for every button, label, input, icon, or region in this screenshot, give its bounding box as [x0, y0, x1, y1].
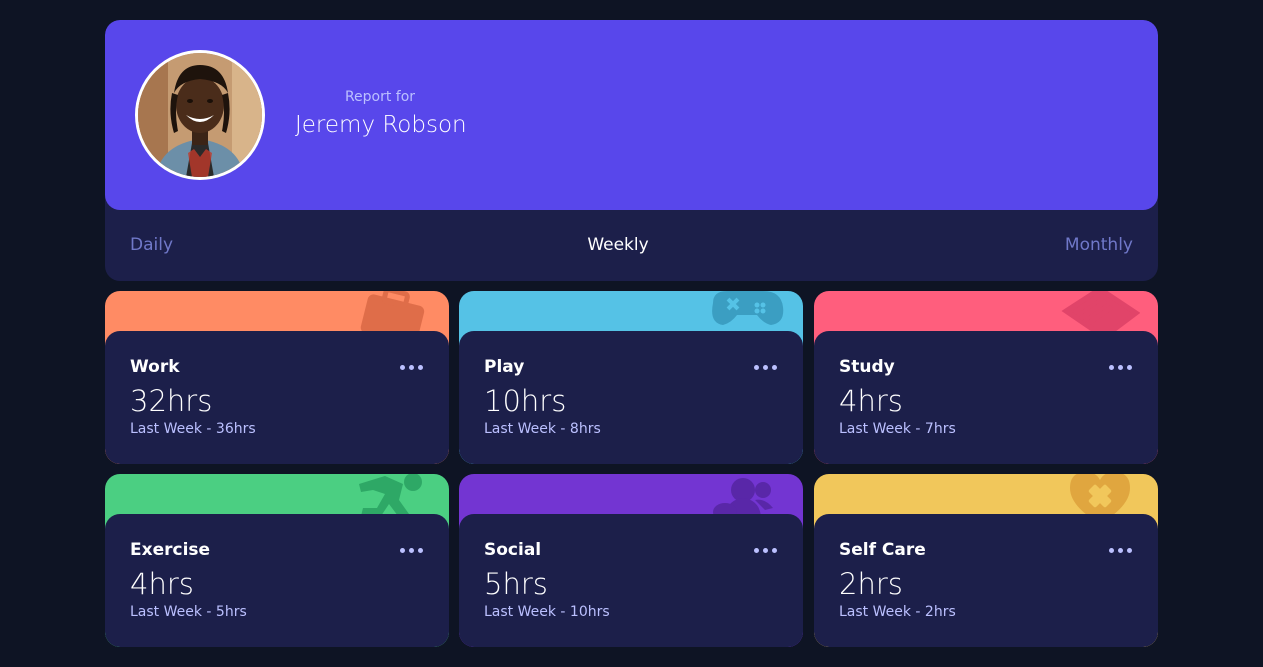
ellipsis-menu-icon[interactable] — [400, 540, 424, 560]
card-current-hours: 4hrs — [839, 384, 903, 418]
card-previous-hours: Last Week - 5hrs — [130, 604, 247, 620]
card-title: Work — [130, 357, 180, 377]
card-current-hours: 2hrs — [839, 567, 903, 601]
card-self-care-body[interactable]: Self Care 2hrs Last Week - 2hrs — [814, 514, 1158, 647]
card-study: Study 4hrs Last Week - 7hrs — [814, 291, 1158, 464]
card-exercise: Exercise 4hrs Last Week - 5hrs — [105, 474, 449, 647]
card-current-hours: 32hrs — [130, 384, 213, 418]
card-previous-hours: Last Week - 7hrs — [839, 421, 956, 437]
card-exercise-body[interactable]: Exercise 4hrs Last Week - 5hrs — [105, 514, 449, 647]
profile-card: Report for Jeremy Robson Daily Weekly Mo… — [105, 20, 1158, 281]
card-previous-hours: Last Week - 8hrs — [484, 421, 601, 437]
timeframe-tabs: Daily Weekly Monthly — [105, 210, 1158, 281]
avatar-image — [138, 53, 262, 177]
card-previous-hours: Last Week - 10hrs — [484, 604, 610, 620]
card-social-body[interactable]: Social 5hrs Last Week - 10hrs — [459, 514, 803, 647]
card-current-hours: 5hrs — [484, 567, 548, 601]
card-social: Social 5hrs Last Week - 10hrs — [459, 474, 803, 647]
card-work: Work 32hrs Last Week - 36hrs — [105, 291, 449, 464]
ellipsis-menu-icon[interactable] — [400, 357, 424, 377]
card-previous-hours: Last Week - 2hrs — [839, 604, 956, 620]
card-current-hours: 10hrs — [484, 384, 567, 418]
ellipsis-menu-icon[interactable] — [1109, 357, 1133, 377]
tab-weekly[interactable]: Weekly — [105, 235, 1131, 255]
tab-monthly[interactable]: Monthly — [1065, 235, 1133, 255]
card-play: Play 10hrs Last Week - 8hrs — [459, 291, 803, 464]
profile-header: Report for Jeremy Robson — [105, 20, 1158, 210]
card-title: Play — [484, 357, 525, 377]
card-current-hours: 4hrs — [130, 567, 194, 601]
card-title: Self Care — [839, 540, 926, 560]
user-name: Jeremy Robson — [295, 112, 467, 138]
card-previous-hours: Last Week - 36hrs — [130, 421, 256, 437]
card-play-body[interactable]: Play 10hrs Last Week - 8hrs — [459, 331, 803, 464]
card-title: Exercise — [130, 540, 211, 560]
card-work-body[interactable]: Work 32hrs Last Week - 36hrs — [105, 331, 449, 464]
ellipsis-menu-icon[interactable] — [754, 540, 778, 560]
ellipsis-menu-icon[interactable] — [754, 357, 778, 377]
card-study-body[interactable]: Study 4hrs Last Week - 7hrs — [814, 331, 1158, 464]
card-self-care: Self Care 2hrs Last Week - 2hrs — [814, 474, 1158, 647]
card-title: Study — [839, 357, 895, 377]
report-for-label: Report for — [344, 89, 416, 105]
card-title: Social — [484, 540, 542, 560]
ellipsis-menu-icon[interactable] — [1109, 540, 1133, 560]
avatar — [135, 50, 265, 180]
